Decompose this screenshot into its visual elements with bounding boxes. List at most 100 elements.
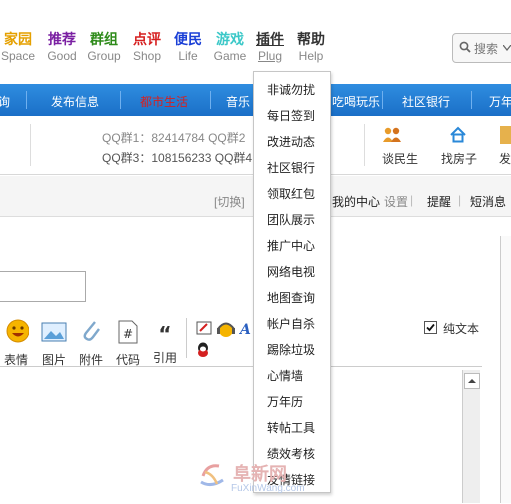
smiley-icon bbox=[6, 319, 30, 343]
switch-link[interactable]: [切换] bbox=[214, 193, 245, 210]
category-link[interactable]: 音乐 bbox=[226, 93, 250, 110]
search-box[interactable]: 搜索 bbox=[452, 33, 511, 63]
category-link[interactable]: 都市生活 bbox=[140, 93, 188, 110]
nav-label: 群组 bbox=[90, 31, 118, 47]
my-center-link[interactable]: 我的中心 bbox=[332, 193, 380, 210]
plugin-menu: 非诚勿扰 每日签到 改进动态 社区银行 领取红包 团队展示 推广中心 网络电视 … bbox=[253, 71, 331, 493]
subject-input[interactable] bbox=[0, 271, 86, 302]
shortcut-post[interactable]: 发 bbox=[499, 150, 511, 167]
quote-icon: “ bbox=[158, 322, 171, 346]
nav-help[interactable]: 帮助 Help bbox=[289, 30, 333, 64]
site-watermark: 阜新网 FuXinWang.com bbox=[197, 458, 305, 497]
plugin-menu-item[interactable]: 社区银行 bbox=[267, 159, 315, 176]
audio-icon[interactable] bbox=[216, 320, 236, 338]
plaintext-label: 纯文本 bbox=[443, 322, 480, 336]
quote-button[interactable]: “ 引用 bbox=[151, 310, 179, 366]
plugin-menu-item[interactable]: 非诚勿扰 bbox=[267, 81, 315, 98]
category-link[interactable]: 吃喝玩乐 bbox=[332, 93, 380, 110]
nav-sublabel: Shop bbox=[132, 49, 162, 63]
plugin-menu-item[interactable]: 推广中心 bbox=[267, 237, 315, 254]
checkmark-icon bbox=[426, 323, 435, 332]
qq-icon[interactable] bbox=[196, 342, 210, 358]
divider bbox=[210, 91, 211, 109]
nav-label: 帮助 bbox=[297, 31, 325, 47]
plugin-menu-item[interactable]: 改进动态 bbox=[267, 133, 315, 150]
image-button[interactable]: 图片 bbox=[39, 310, 69, 368]
divider bbox=[120, 91, 121, 109]
nav-plug[interactable]: 插件 Plug bbox=[248, 30, 292, 64]
remind-link[interactable]: 提醒 bbox=[427, 193, 451, 210]
nav-label: 游戏 bbox=[216, 31, 244, 47]
emoji-button[interactable]: 表情 bbox=[0, 310, 32, 368]
nav-label: 插件 bbox=[256, 31, 284, 47]
divider bbox=[186, 318, 187, 358]
nav-sublabel: Life bbox=[178, 49, 198, 63]
category-link[interactable]: 万年 bbox=[489, 93, 511, 110]
divider: | bbox=[458, 193, 462, 207]
font-icon[interactable]: A bbox=[239, 322, 251, 336]
plugin-menu-item[interactable]: 转帖工具 bbox=[267, 419, 315, 436]
nav-label: 推荐 bbox=[48, 31, 76, 47]
divider bbox=[382, 91, 383, 109]
settings-link[interactable]: 设置 bbox=[384, 193, 408, 210]
attachment-button[interactable]: 附件 bbox=[76, 310, 106, 368]
plugin-menu-item[interactable]: 网络电视 bbox=[267, 263, 315, 280]
toolbar-label: 引用 bbox=[152, 351, 177, 365]
plugin-menu-item[interactable]: 踢除垃圾 bbox=[267, 341, 315, 358]
nav-sublabel: Plug bbox=[257, 49, 283, 63]
qq-group-line: QQ群1：82414784 QQ群2 bbox=[102, 131, 246, 145]
post-icon bbox=[500, 126, 511, 144]
image-icon bbox=[41, 322, 67, 342]
people-icon bbox=[382, 126, 402, 147]
editor-scrollbar[interactable] bbox=[462, 370, 480, 503]
side-panel bbox=[500, 236, 511, 503]
scroll-up-button[interactable] bbox=[464, 373, 480, 389]
plugin-menu-item[interactable]: 团队展示 bbox=[267, 211, 315, 228]
plugin-menu-item[interactable]: 万年历 bbox=[267, 393, 303, 410]
qq-group-line: QQ群3：108156233 QQ群4 bbox=[102, 151, 253, 165]
nav-shop[interactable]: 点评 Shop bbox=[125, 30, 169, 64]
plugin-menu-item[interactable]: 心情墙 bbox=[267, 367, 303, 384]
watermark-url: FuXinWang.com bbox=[231, 483, 305, 494]
nav-good[interactable]: 推荐 Good bbox=[40, 30, 84, 64]
divider bbox=[30, 124, 31, 166]
nav-label: 便民 bbox=[174, 31, 202, 47]
shortcut-house[interactable]: 找房子 bbox=[441, 150, 477, 167]
svg-text:“: “ bbox=[158, 326, 171, 342]
divider bbox=[364, 124, 365, 166]
shortcut-livelihood[interactable]: 谈民生 bbox=[382, 150, 418, 167]
plaintext-checkbox[interactable] bbox=[424, 321, 437, 334]
plugin-menu-item[interactable]: 帐户自杀 bbox=[267, 315, 315, 332]
nav-sublabel: Good bbox=[47, 49, 77, 63]
nav-sublabel: Help bbox=[298, 49, 324, 63]
divider bbox=[471, 91, 472, 109]
nav-label: 家园 bbox=[4, 31, 32, 47]
arrow-up-icon bbox=[468, 379, 476, 383]
divider: | bbox=[410, 193, 414, 207]
nav-game[interactable]: 游戏 Game bbox=[208, 30, 252, 64]
svg-text:#: # bbox=[123, 327, 133, 341]
nav-sublabel: Game bbox=[213, 49, 247, 63]
plugin-menu-item[interactable]: 领取红包 bbox=[267, 185, 315, 202]
category-link[interactable]: 社区银行 bbox=[402, 93, 450, 110]
code-button[interactable]: # 代码 bbox=[114, 310, 142, 368]
nav-space[interactable]: 家园 Space bbox=[0, 30, 40, 64]
nav-sublabel: Space bbox=[0, 49, 36, 63]
paperclip-icon bbox=[83, 321, 100, 341]
nav-label: 点评 bbox=[133, 31, 161, 47]
nav-group[interactable]: 群组 Group bbox=[82, 30, 126, 64]
plugin-menu-item[interactable]: 每日签到 bbox=[267, 107, 315, 124]
nav-life[interactable]: 便民 Life bbox=[166, 30, 210, 64]
nav-sublabel: Group bbox=[87, 49, 121, 63]
edit-icon[interactable] bbox=[196, 321, 212, 335]
svg-text:A: A bbox=[239, 322, 251, 336]
house-icon bbox=[449, 126, 467, 147]
plugin-menu-item[interactable]: 地图查询 bbox=[267, 289, 315, 306]
category-link[interactable]: 发布信息 bbox=[51, 93, 99, 110]
watermark-logo-icon bbox=[200, 464, 224, 487]
divider bbox=[26, 91, 27, 109]
sms-link[interactable]: 短消息 bbox=[470, 193, 506, 210]
editor-toolbar: 表情 图片 附件 # 代码 “ 引用 A 纯文本 bbox=[0, 310, 490, 368]
category-link[interactable]: 询 bbox=[0, 93, 10, 110]
search-icon bbox=[459, 41, 471, 53]
